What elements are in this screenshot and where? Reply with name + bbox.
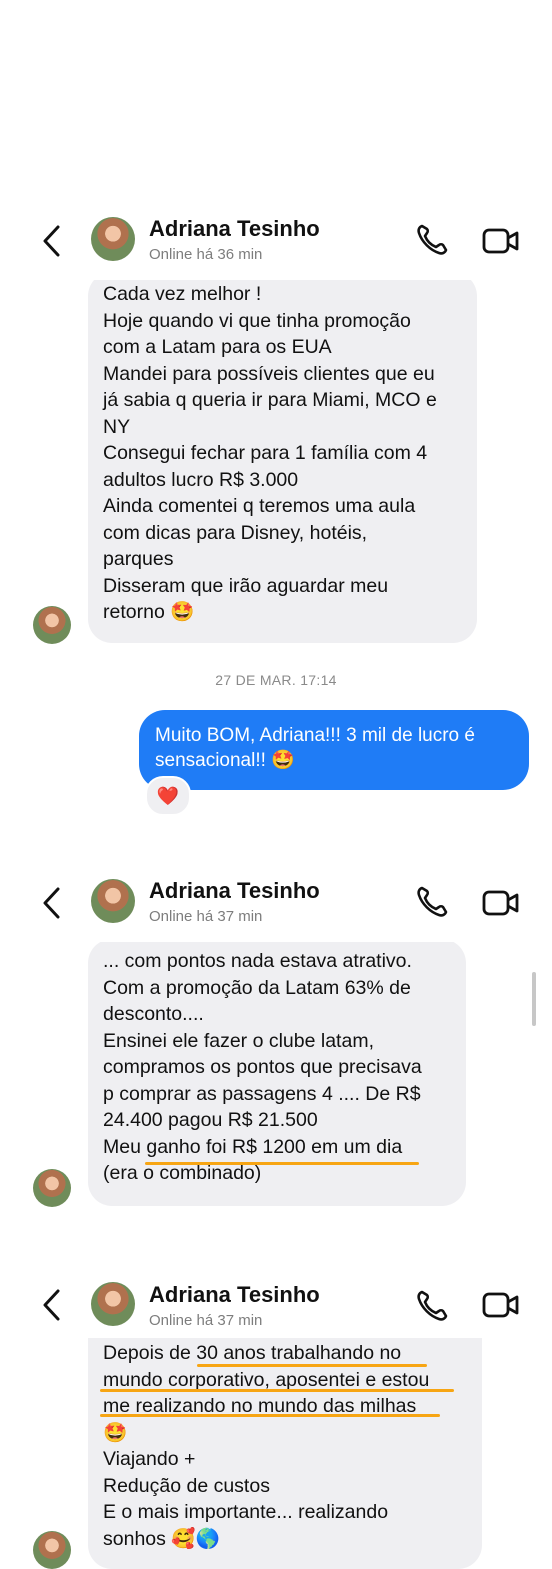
highlight-underline [145,1162,419,1165]
outgoing-message[interactable]: Muito BOM, Adriana!!! 3 mil de lucro é s… [139,710,529,790]
message-line: adultos lucro R$ 3.000 [103,468,299,491]
message-line: desconto.... [103,1003,204,1025]
message-line: 24.400 pagou R$ 21.500 [103,1109,318,1131]
video-camera-icon[interactable] [481,886,521,920]
sender-avatar[interactable] [33,1169,71,1207]
message-line: Muito BOM, Adriana!!! 3 mil de lucro é [155,725,475,746]
heart-icon[interactable]: ❤️ [145,776,191,816]
message-line: sonhos 🥰🌎 [103,1527,220,1550]
back-chevron-icon[interactable] [40,1288,64,1322]
contact-avatar[interactable] [91,217,135,261]
chat-header: Adriana Tesinho Online há 37 min [0,1268,552,1338]
contact-name[interactable]: Adriana Tesinho [149,1282,320,1308]
highlight-underline [100,1389,454,1392]
message-line: Disseram que irão aguardar meu [103,574,389,597]
message-line: Com a promoção da Latam 63% de [103,976,411,999]
message-line: Depois de 30 anos trabalhando no [103,1342,402,1364]
sender-avatar[interactable] [33,606,71,644]
sender-avatar[interactable] [33,1531,71,1569]
phone-icon[interactable] [414,884,450,920]
scrollbar[interactable] [532,972,536,1026]
message-line: Ensinei ele fazer o clube latam, [103,1029,374,1052]
message-line: 🤩 [103,1421,128,1444]
message-line: ... com pontos nada estava atrativo. [103,950,412,972]
message-line: sensacional!! 🤩 [155,750,295,771]
chat-header: Adriana Tesinho Online há 37 min [0,862,552,942]
highlight-underline [197,1364,427,1367]
message-line: com dicas para Disney, hotéis, [103,521,368,544]
phone-icon[interactable] [414,222,450,258]
back-chevron-icon[interactable] [40,886,64,920]
video-camera-icon[interactable] [481,224,521,258]
contact-name[interactable]: Adriana Tesinho [149,878,320,904]
contact-status: Online há 37 min [149,1312,263,1329]
incoming-message[interactable]: Depois de 30 anos trabalhando no mundo c… [88,1338,482,1569]
message-line: NY [103,415,131,438]
chat-screenshot-2: Adriana Tesinho Online há 37 min ... com… [0,862,552,1222]
message-line: com a Latam para os EUA [103,336,332,358]
message-line: Meu ganho foi R$ 1200 em um dia [103,1135,403,1158]
message-line: retorno 🤩 [103,601,195,623]
highlight-underline [100,1414,440,1417]
contact-name[interactable]: Adriana Tesinho [149,216,320,242]
message-line: E o mais importante... realizando [103,1501,389,1523]
contact-status: Online há 37 min [149,908,263,925]
incoming-message[interactable]: ... com pontos nada estava atrativo. Com… [88,939,466,1206]
message-line: Ainda comentei q teremos uma aula [103,495,416,517]
message-line: Viajando + [103,1448,196,1470]
chat-screenshot-3: Adriana Tesinho Online há 37 min Depois … [0,1268,552,1569]
message-line: Mandei para possíveis clientes que eu [103,362,435,385]
incoming-message[interactable]: Cada vez melhor ! Hoje quando vi que tin… [88,272,477,643]
message-line: p comprar as passagens 4 .... De R$ [103,1082,421,1105]
contact-avatar[interactable] [91,879,135,923]
video-camera-icon[interactable] [481,1288,521,1322]
message-line: Consegui fechar para 1 família com 4 [103,442,428,464]
message-line: Cada vez melhor ! [103,283,262,305]
message-timestamp: 27 DE MAR. 17:14 [215,672,337,688]
message-line: Hoje quando vi que tinha promoção [103,309,411,332]
chat-screenshot-1: Adriana Tesinho Online há 36 min Cada ve… [0,200,552,830]
phone-icon[interactable] [414,1288,450,1324]
contact-avatar[interactable] [91,1282,135,1326]
message-line: já sabia q queria ir para Miami, MCO e [103,389,437,411]
chat-header: Adriana Tesinho Online há 36 min [0,200,552,280]
message-line: compramos os pontos que precisava [103,1056,422,1078]
message-line: Redução de custos [103,1474,270,1497]
message-line: parques [103,548,174,570]
contact-status: Online há 36 min [149,246,263,263]
back-chevron-icon[interactable] [40,224,64,258]
